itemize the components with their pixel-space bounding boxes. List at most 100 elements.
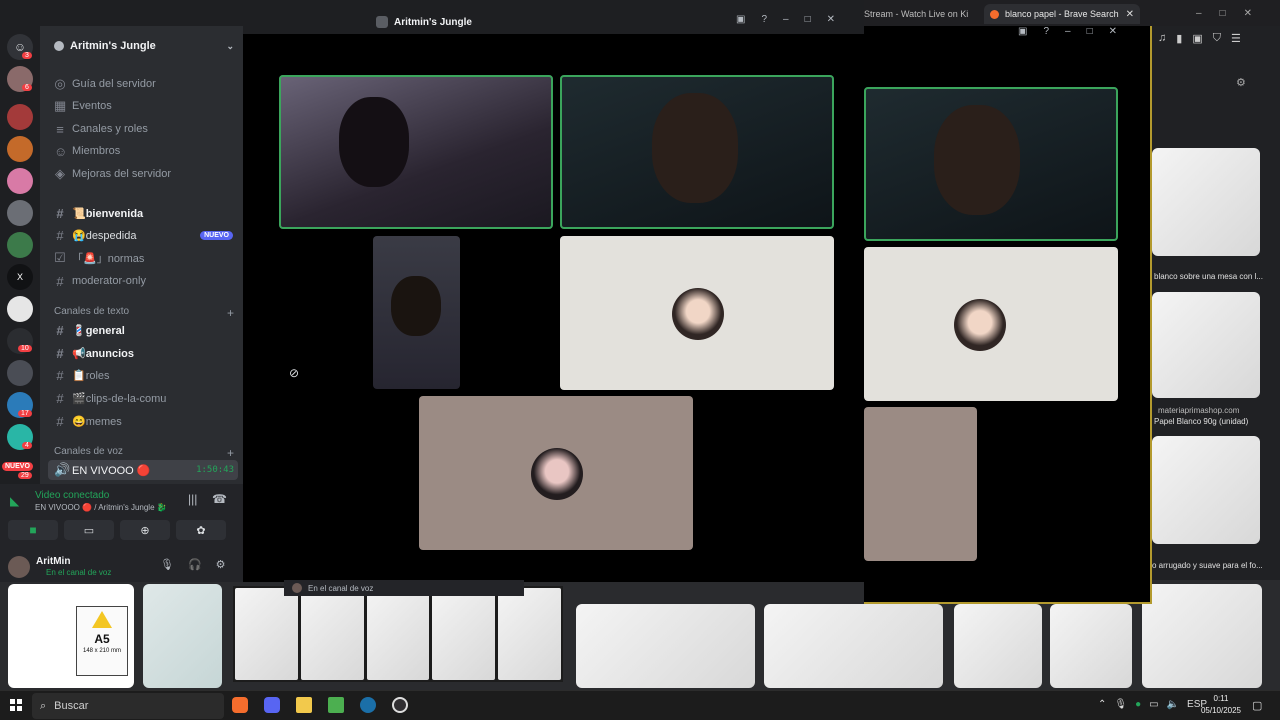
minimize-icon[interactable]: – [783,14,789,25]
help-icon[interactable]: ? [761,14,767,25]
result-image[interactable] [1152,436,1260,544]
sidebar-item-mejoras[interactable]: ◈ Mejoras del servidor [54,164,239,184]
server-avatar[interactable] [7,200,33,226]
wallet-icon[interactable]: ▣ [1192,32,1202,45]
help-icon[interactable]: ? [1043,26,1049,37]
windows-start-icon[interactable] [10,699,22,711]
inbox-icon[interactable]: ▣ [1018,26,1027,37]
server-avatar[interactable]: X [7,264,33,290]
menu-icon[interactable]: ☰ [1231,32,1241,45]
clock[interactable]: 0:11 05/10/2025 [1198,693,1244,717]
avatar-tile[interactable] [864,247,1118,401]
channel-clips[interactable]: # 🎬clips-de-la-comu [54,388,239,408]
brave-icon[interactable] [232,697,248,713]
camera-button[interactable]: ■ [8,520,58,540]
video-tile-user[interactable] [560,75,834,229]
avatar[interactable] [8,556,30,578]
mic-icon[interactable]: 🎙 [160,558,174,571]
plus-icon[interactable]: + [227,446,234,460]
obs-icon[interactable] [392,697,408,713]
settings-icon[interactable]: ⚙ [1236,76,1246,89]
taskbar-search[interactable]: ⌕ Buscar [32,693,224,719]
channel-moderator-only[interactable]: # moderator-only [54,271,239,291]
discord-icon[interactable] [264,697,280,713]
server-avatar[interactable] [7,296,33,322]
server-avatar[interactable] [7,136,33,162]
channel-roles[interactable]: # 📋roles [54,365,239,385]
result-image-a5[interactable]: A5 148 x 210 mm [8,584,134,688]
volume-icon[interactable]: 🔈 [1167,699,1179,710]
channel-bienvenida[interactable]: # 📜bienvenida [54,203,239,223]
activity-button[interactable]: ⊕ [120,520,170,540]
result-image-group[interactable] [233,586,563,682]
minecraft-icon[interactable] [328,697,344,713]
browser-tab-stream[interactable]: Stream - Watch Live on Ki [864,4,982,24]
category-text[interactable]: Canales de texto + [54,306,234,320]
username[interactable]: AritMin [36,556,70,567]
video-tile-user[interactable] [864,87,1118,241]
result-caption[interactable]: o arrugado y suave para el fo... [1152,561,1276,570]
sidebar-item-guia[interactable]: ◎ Guía del servidor [54,74,239,94]
close-icon[interactable]: ✕ [1126,9,1134,20]
video-off-icon[interactable]: ⊘ [289,366,299,380]
result-caption[interactable]: blanco sobre una mesa con l... [1154,272,1274,281]
result-image[interactable] [1142,584,1262,688]
disconnect-icon[interactable]: ☎ [212,492,227,506]
sidebar-item-miembros[interactable]: ☺ Miembros [54,141,239,161]
result-image[interactable] [1152,148,1260,256]
inbox-icon[interactable]: ▣ [736,14,745,25]
server-header[interactable]: Aritmin's Jungle ⌄ [54,40,234,52]
result-image[interactable] [143,584,222,688]
steam-icon[interactable] [360,697,376,713]
result-source[interactable]: materiaprimashop.com [1158,406,1278,415]
screen-share-button[interactable]: ▭ [64,520,114,540]
headphones-icon[interactable]: 🎧 [188,558,202,571]
maximize-icon[interactable]: □ [805,14,811,25]
result-image[interactable] [1152,292,1260,398]
result-image[interactable] [576,604,755,688]
result-image[interactable] [764,604,943,688]
browser-tab-search[interactable]: blanco papel - Brave Search ✕ [984,4,1140,24]
server-avatar[interactable] [7,104,33,130]
video-tile-guest[interactable] [373,236,460,389]
noise-icon[interactable]: ||| [188,492,197,506]
server-avatar[interactable] [7,232,33,258]
network-icon[interactable]: ▭ [1149,699,1158,710]
channel-normas[interactable]: ☑ 「🚨」normas [54,248,239,268]
avatar-tile[interactable] [419,396,693,550]
server-avatar[interactable] [7,360,33,386]
sidebar-item-canales[interactable]: ≡ Canales y roles [54,119,239,139]
channel-despedida[interactable]: # 😭despedida NUEVO [54,225,239,245]
shield-icon[interactable]: ⛉ [1213,32,1221,45]
voice-status[interactable]: Video conectado [35,490,109,501]
result-caption[interactable]: Papel Blanco 90g (unidad) [1154,417,1274,426]
server-avatar[interactable] [7,168,33,194]
signal-icon[interactable]: ◣ [10,494,19,508]
soundboard-button[interactable]: ✿ [176,520,226,540]
result-image[interactable] [1050,604,1132,688]
file-explorer-icon[interactable] [296,697,312,713]
avatar-tile[interactable] [864,407,977,561]
music-icon[interactable]: ♫ [1158,32,1166,45]
sidebar-icon[interactable]: ▮ [1176,32,1182,45]
notification-icon[interactable]: ▢ [1252,699,1262,712]
channel-general[interactable]: # 💈general [54,320,239,340]
avatar-tile[interactable] [560,236,834,390]
overflow-participants-bar[interactable]: En el canal de voz [284,580,524,596]
maximize-icon[interactable]: □ [1087,26,1093,37]
mic-icon[interactable]: 🎙 [1114,699,1127,710]
chevron-up-icon[interactable]: ⌃ [1098,699,1106,710]
channel-anuncios[interactable]: # 📢anuncios [54,343,239,363]
result-image[interactable] [954,604,1042,688]
voice-channel-envivo[interactable]: 🔊 EN VIVOOO 🔴 1:50:43 [48,460,238,480]
category-voice[interactable]: Canales de voz + [54,446,234,460]
plus-icon[interactable]: + [227,306,234,320]
status-dot-icon[interactable]: ● [1135,699,1141,710]
channel-memes[interactable]: # 😄memes [54,411,239,431]
close-icon[interactable]: ✕ [1109,26,1117,37]
video-tile-streamer[interactable] [279,75,553,229]
sidebar-item-eventos[interactable]: ▦ Eventos [54,96,239,116]
close-icon[interactable]: ✕ [827,14,835,25]
gear-icon[interactable]: ⚙ [216,558,226,571]
minimize-icon[interactable]: – [1065,26,1071,37]
